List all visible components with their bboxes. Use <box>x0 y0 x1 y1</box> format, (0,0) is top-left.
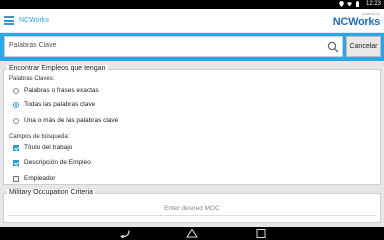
radio-button[interactable] <box>13 87 19 94</box>
location-icon <box>339 1 344 7</box>
checkbox-job-description[interactable]: Descripción de Empleo <box>13 159 91 166</box>
battery-icon <box>356 1 359 7</box>
section-legend: Encontrar Empleos que tengan <box>7 65 108 72</box>
checkbox[interactable] <box>13 144 19 151</box>
menu-icon[interactable] <box>4 16 14 25</box>
moc-input[interactable] <box>8 202 376 216</box>
search-icon[interactable] <box>327 41 339 53</box>
wifi-icon <box>347 2 352 7</box>
home-icon[interactable] <box>186 229 198 238</box>
recent-apps-icon[interactable] <box>255 229 267 238</box>
checkbox[interactable] <box>13 159 19 166</box>
job-search-options-section: Encontrar Empleos que tengan Palabras Cl… <box>3 65 381 185</box>
search-box[interactable] <box>4 36 343 57</box>
radio-label: Palabras o frases exactas <box>24 87 99 94</box>
search-input[interactable] <box>9 42 319 49</box>
section-legend: Military Occupation Criteria <box>7 189 96 196</box>
navigation-bar <box>0 227 384 240</box>
logo-brand: NCWorks <box>332 16 381 28</box>
fields-label: Campos de búsqueda: <box>9 134 70 140</box>
keywords-label: Palabras Claves: <box>9 76 55 82</box>
military-occupation-section: Military Occupation Criteria <box>3 189 381 223</box>
radio-button[interactable] <box>13 117 19 124</box>
app-title: NCWorks <box>19 17 49 24</box>
status-icons <box>339 1 360 7</box>
checkbox[interactable] <box>13 175 19 182</box>
ncworks-logo: powered by NCWorks <box>332 12 381 28</box>
checkbox-label: Título del trabajo <box>24 144 73 151</box>
search-bar: Cancelar <box>0 33 384 61</box>
radio-button[interactable] <box>13 101 19 108</box>
checkbox-employer[interactable]: Empleador <box>13 175 55 182</box>
radio-exact-phrases[interactable]: Palabras o frases exactas <box>13 87 99 94</box>
radio-label: Una o más de las palabras clave <box>24 117 119 124</box>
status-time: 12:23 <box>365 1 381 7</box>
checkbox-job-title[interactable]: Título del trabajo <box>13 144 72 151</box>
radio-all-keywords[interactable]: Todas las palabras clave <box>13 101 95 108</box>
cancel-button[interactable]: Cancelar <box>346 36 381 57</box>
checkbox-label: Descripción de Empleo <box>24 159 91 166</box>
checkbox-label: Empleador <box>24 175 56 182</box>
back-icon[interactable] <box>119 229 131 238</box>
radio-label: Todas las palabras clave <box>24 101 96 108</box>
status-bar: 12:23 <box>0 0 384 9</box>
app-bar: NCWorks powered by NCWorks <box>0 9 384 33</box>
radio-any-keywords[interactable]: Una o más de las palabras clave <box>13 117 118 124</box>
